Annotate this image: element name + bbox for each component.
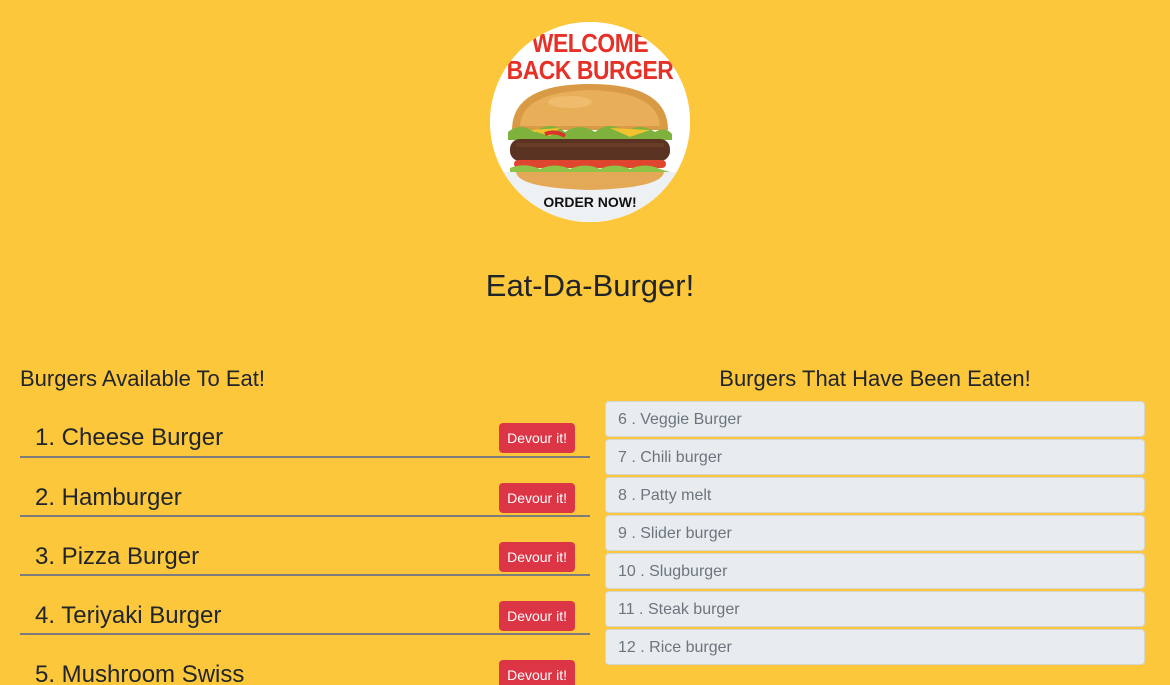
eaten-burger-item: 12 . Rice burger (605, 629, 1145, 665)
burger-row: 1. Cheese Burger Devour it! (20, 398, 590, 458)
burger-name: 3. Pizza Burger (35, 543, 200, 570)
burger-name: 2. Hamburger (35, 484, 182, 511)
logo-title: WELCOME BACK BURGER (506, 28, 674, 85)
available-burgers-section: Burgers Available To Eat! 1. Cheese Burg… (20, 362, 590, 685)
devour-button[interactable]: Devour it! (499, 542, 575, 572)
burger-row: 4. Teriyaki Burger Devour it! (20, 576, 590, 635)
eaten-burger-item: 6 . Veggie Burger (605, 401, 1145, 437)
devour-button[interactable]: Devour it! (499, 483, 575, 513)
eaten-burger-item: 11 . Steak burger (605, 591, 1145, 627)
devour-button[interactable]: Devour it! (499, 660, 575, 685)
burger-name: 5. Mushroom Swiss (35, 661, 245, 685)
welcome-back-burger-logo: WELCOME BACK BURGER ORDER NOW! (490, 22, 690, 222)
eaten-burger-item: 7 . Chili burger (605, 439, 1145, 475)
eaten-burger-item: 8 . Patty melt (605, 477, 1145, 513)
devour-button[interactable]: Devour it! (499, 601, 575, 631)
burger-row: 2. Hamburger Devour it! (20, 458, 590, 517)
available-burgers-heading: Burgers Available To Eat! (20, 366, 266, 391)
page-title: Eat-Da-Burger! (485, 268, 695, 303)
devour-button[interactable]: Devour it! (499, 423, 575, 453)
eaten-burgers-section: Burgers That Have Been Eaten! 6 . Veggie… (605, 362, 1145, 667)
eaten-burger-item: 9 . Slider burger (605, 515, 1145, 551)
burger-row: 3. Pizza Burger Devour it! (20, 517, 590, 576)
logo-order-now: ORDER NOW! (543, 194, 637, 210)
burger-name: 4. Teriyaki Burger (35, 602, 222, 629)
burger-row: 5. Mushroom Swiss Devour it! (20, 635, 590, 685)
eaten-burgers-heading: Burgers That Have Been Eaten! (719, 366, 1031, 391)
page: WELCOME BACK BURGER ORDER NOW! Eat-Da-Bu… (0, 0, 1170, 685)
burger-name: 1. Cheese Burger (35, 424, 224, 451)
eaten-burger-item: 10 . Slugburger (605, 553, 1145, 589)
available-burgers-list: 1. Cheese Burger Devour it! 2. Hamburger… (20, 398, 590, 685)
eaten-burgers-list: 6 . Veggie Burger 7 . Chili burger 8 . P… (605, 401, 1145, 665)
